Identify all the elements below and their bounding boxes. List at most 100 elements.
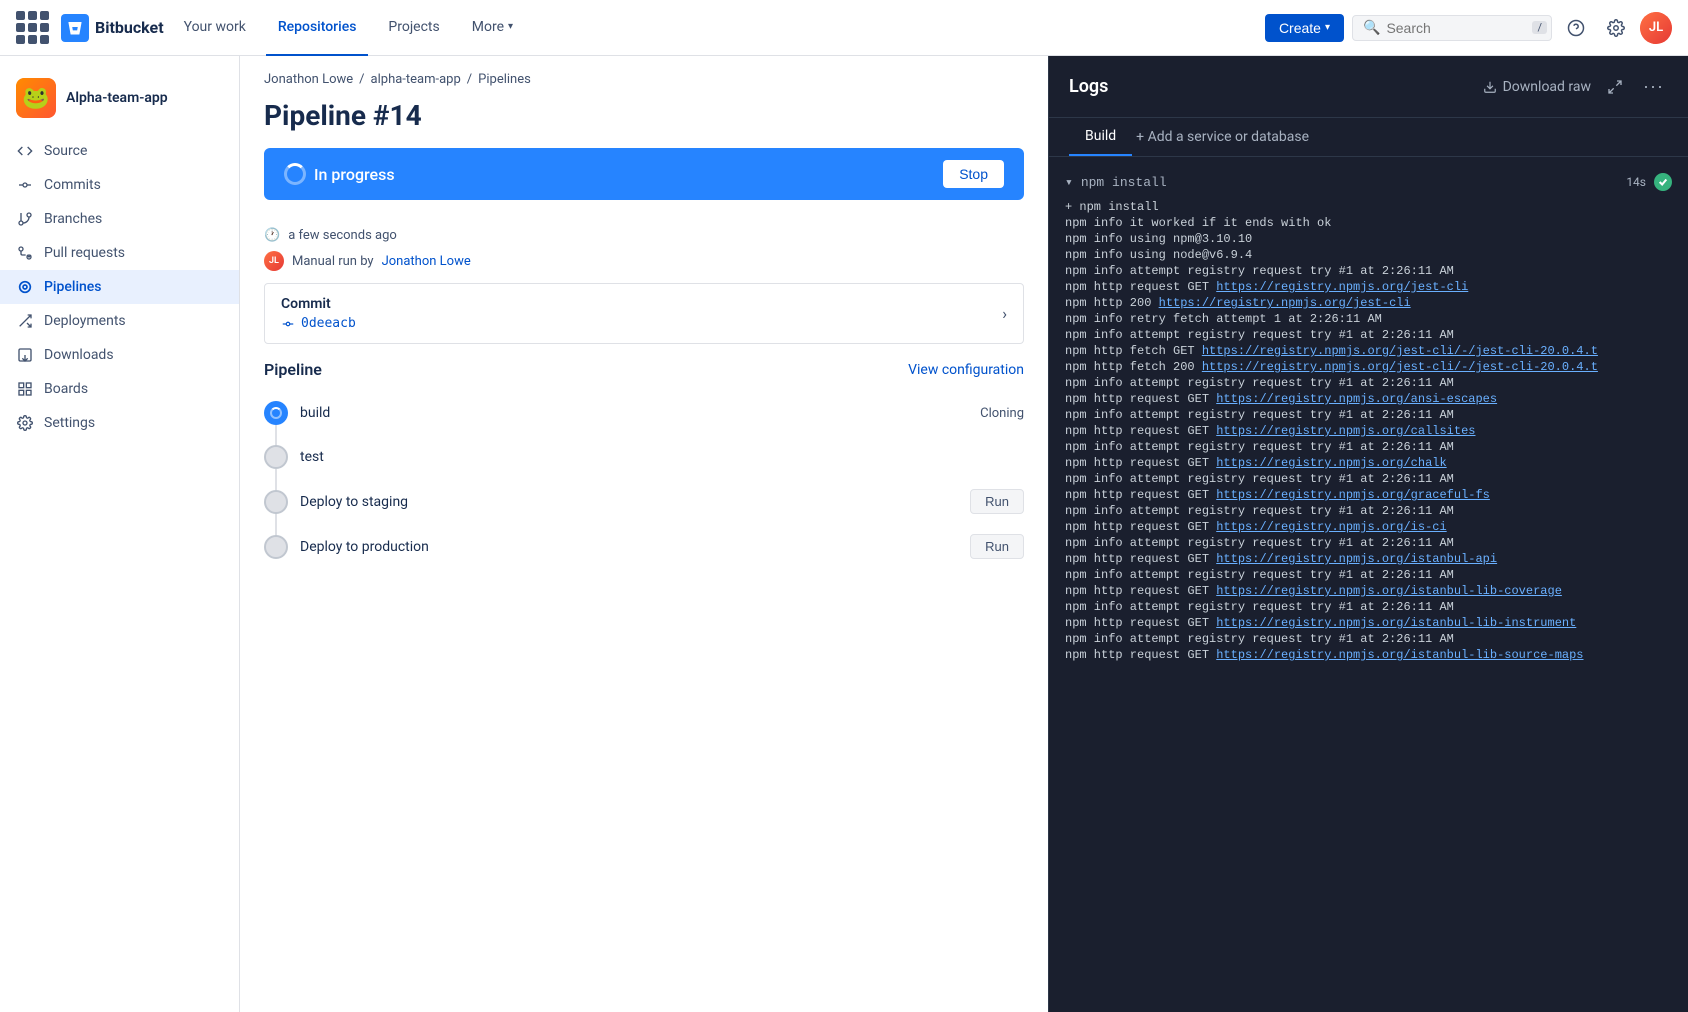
sidebar-item-downloads[interactable]: Downloads: [0, 338, 239, 372]
log-line: npm info attempt registry request try #1…: [1049, 599, 1688, 615]
more-dots-icon: ···: [1643, 76, 1664, 97]
commit-box[interactable]: Commit 0deeacb ›: [264, 283, 1024, 344]
commits-icon: [16, 176, 34, 194]
create-chevron-icon: ▾: [1325, 22, 1330, 33]
nav-repositories[interactable]: Repositories: [266, 0, 369, 56]
pipeline-section-title: Pipeline: [264, 360, 322, 379]
sidebar-item-settings[interactable]: Settings: [0, 406, 239, 440]
log-line: npm info attempt registry request try #1…: [1049, 327, 1688, 343]
log-link[interactable]: https://registry.npmjs.org/istanbul-lib-…: [1216, 584, 1562, 598]
download-icon: [1483, 80, 1497, 94]
log-line: npm info attempt registry request try #1…: [1049, 263, 1688, 279]
log-link[interactable]: https://registry.npmjs.org/callsites: [1216, 424, 1475, 438]
meta-time-row: 🕐 a few seconds ago: [264, 228, 1024, 243]
step-indicator-test: [264, 445, 288, 469]
sidebar-item-pipelines[interactable]: Pipelines: [0, 270, 239, 304]
log-line: npm http 200 https://registry.npmjs.org/…: [1049, 295, 1688, 311]
log-link[interactable]: https://registry.npmjs.org/jest-cli/-/je…: [1202, 344, 1598, 358]
log-link[interactable]: https://registry.npmjs.org/jest-cli: [1216, 280, 1468, 294]
breadcrumb-repo[interactable]: alpha-team-app: [371, 72, 461, 87]
log-line: npm info retry fetch attempt 1 at 2:26:1…: [1049, 311, 1688, 327]
pipeline-status-bar: In progress Stop: [264, 148, 1024, 200]
log-link[interactable]: https://registry.npmjs.org/istanbul-api: [1216, 552, 1497, 566]
breadcrumb-current: Pipelines: [478, 72, 531, 87]
sidebar-item-branches[interactable]: Branches: [0, 202, 239, 236]
log-line: npm http request GET https://registry.np…: [1049, 551, 1688, 567]
log-line: npm info attempt registry request try #1…: [1049, 375, 1688, 391]
sidebar-item-boards[interactable]: Boards: [0, 372, 239, 406]
search-shortcut: /: [1532, 21, 1547, 34]
sidebar: 🐸 Alpha-team-app Source Commits Branches: [0, 56, 240, 1012]
settings-button[interactable]: [1600, 12, 1632, 44]
stop-button[interactable]: Stop: [943, 160, 1004, 188]
log-link[interactable]: https://registry.npmjs.org/chalk: [1216, 456, 1446, 470]
pipeline-section: Pipeline View configuration build Clonin…: [240, 344, 1048, 577]
log-line: npm http request GET https://registry.np…: [1049, 487, 1688, 503]
meta-user-row: JL Manual run by Jonathon Lowe: [264, 251, 1024, 271]
create-button[interactable]: Create ▾: [1265, 14, 1344, 42]
log-line: npm http fetch 200 https://registry.npmj…: [1049, 359, 1688, 375]
log-line: npm info attempt registry request try #1…: [1049, 535, 1688, 551]
nav-more[interactable]: More ▾: [460, 0, 525, 56]
more-options-button[interactable]: ···: [1639, 72, 1668, 101]
settings-nav-icon: [16, 414, 34, 432]
pipeline-steps: build Cloning test Deploy to staging Run: [264, 391, 1024, 569]
step-run-button-production[interactable]: Run: [970, 534, 1024, 559]
help-button[interactable]: [1560, 12, 1592, 44]
search-input[interactable]: [1386, 20, 1526, 36]
run-by-user[interactable]: Jonathon Lowe: [382, 254, 471, 269]
log-link[interactable]: https://registry.npmjs.org/istanbul-lib-…: [1216, 616, 1576, 630]
pipelines-icon: [16, 278, 34, 296]
logs-title: Logs: [1069, 76, 1108, 97]
pipeline-section-header: Pipeline View configuration: [264, 360, 1024, 379]
search-box[interactable]: 🔍 /: [1352, 15, 1552, 41]
nav-your-work[interactable]: Your work: [172, 0, 258, 56]
log-line: npm info attempt registry request try #1…: [1049, 407, 1688, 423]
nav-projects[interactable]: Projects: [376, 0, 451, 56]
expand-button[interactable]: [1603, 75, 1627, 99]
log-link[interactable]: https://registry.npmjs.org/jest-cli: [1159, 296, 1411, 310]
log-link[interactable]: https://registry.npmjs.org/graceful-fs: [1216, 488, 1490, 502]
view-configuration-link[interactable]: View configuration: [908, 362, 1024, 378]
more-chevron-icon: ▾: [508, 21, 513, 32]
log-link[interactable]: https://registry.npmjs.org/is-ci: [1216, 520, 1446, 534]
user-avatar[interactable]: JL: [1640, 12, 1672, 44]
sidebar-project-name: Alpha-team-app: [66, 90, 168, 106]
sidebar-item-commits[interactable]: Commits: [0, 168, 239, 202]
log-line: npm http fetch GET https://registry.npmj…: [1049, 343, 1688, 359]
log-link[interactable]: https://registry.npmjs.org/jest-cli/-/je…: [1202, 360, 1598, 374]
sidebar-project: 🐸 Alpha-team-app: [0, 68, 239, 134]
in-progress-spinner-icon: [284, 163, 306, 185]
logo[interactable]: Bitbucket: [61, 14, 164, 42]
sidebar-item-deployments[interactable]: Deployments: [0, 304, 239, 338]
add-service-button[interactable]: + Add a service or database: [1136, 119, 1309, 155]
logs-lines-container: + npm install npm info it worked if it e…: [1049, 199, 1688, 663]
log-line: npm info attempt registry request try #1…: [1049, 631, 1688, 647]
download-raw-button[interactable]: Download raw: [1483, 79, 1591, 95]
logs-check-icon: [1654, 173, 1672, 191]
logo-text: Bitbucket: [95, 18, 164, 37]
log-line: npm info attempt registry request try #1…: [1049, 471, 1688, 487]
logs-section-name: npm install: [1081, 175, 1167, 190]
log-link[interactable]: https://registry.npmjs.org/istanbul-lib-…: [1216, 648, 1583, 662]
app-grid-icon[interactable]: [16, 11, 49, 44]
source-icon: [16, 142, 34, 160]
logs-body[interactable]: ▾ npm install 14s + npm install npm info…: [1049, 157, 1688, 1012]
sidebar-item-pull-requests[interactable]: Pull requests: [0, 236, 239, 270]
step-name-staging: Deploy to staging: [300, 494, 958, 510]
sidebar-item-source[interactable]: Source: [0, 134, 239, 168]
log-line: + npm install: [1049, 199, 1688, 215]
log-line: npm info using npm@3.10.10: [1049, 231, 1688, 247]
pipeline-status-text: In progress: [314, 165, 395, 184]
log-line: npm info attempt registry request try #1…: [1049, 439, 1688, 455]
logs-tab-build[interactable]: Build: [1069, 118, 1132, 156]
commit-hash-row: 0deeacb: [281, 316, 356, 331]
breadcrumb-user[interactable]: Jonathon Lowe: [264, 72, 353, 87]
log-link[interactable]: https://registry.npmjs.org/ansi-escapes: [1216, 392, 1497, 406]
step-run-button-staging[interactable]: Run: [970, 489, 1024, 514]
time-ago: a few seconds ago: [288, 228, 397, 243]
logs-section-header[interactable]: ▾ npm install 14s: [1049, 165, 1688, 199]
log-line: npm info attempt registry request try #1…: [1049, 503, 1688, 519]
step-name-build: build: [300, 405, 968, 421]
pipeline-title: Pipeline #14: [264, 99, 1024, 132]
